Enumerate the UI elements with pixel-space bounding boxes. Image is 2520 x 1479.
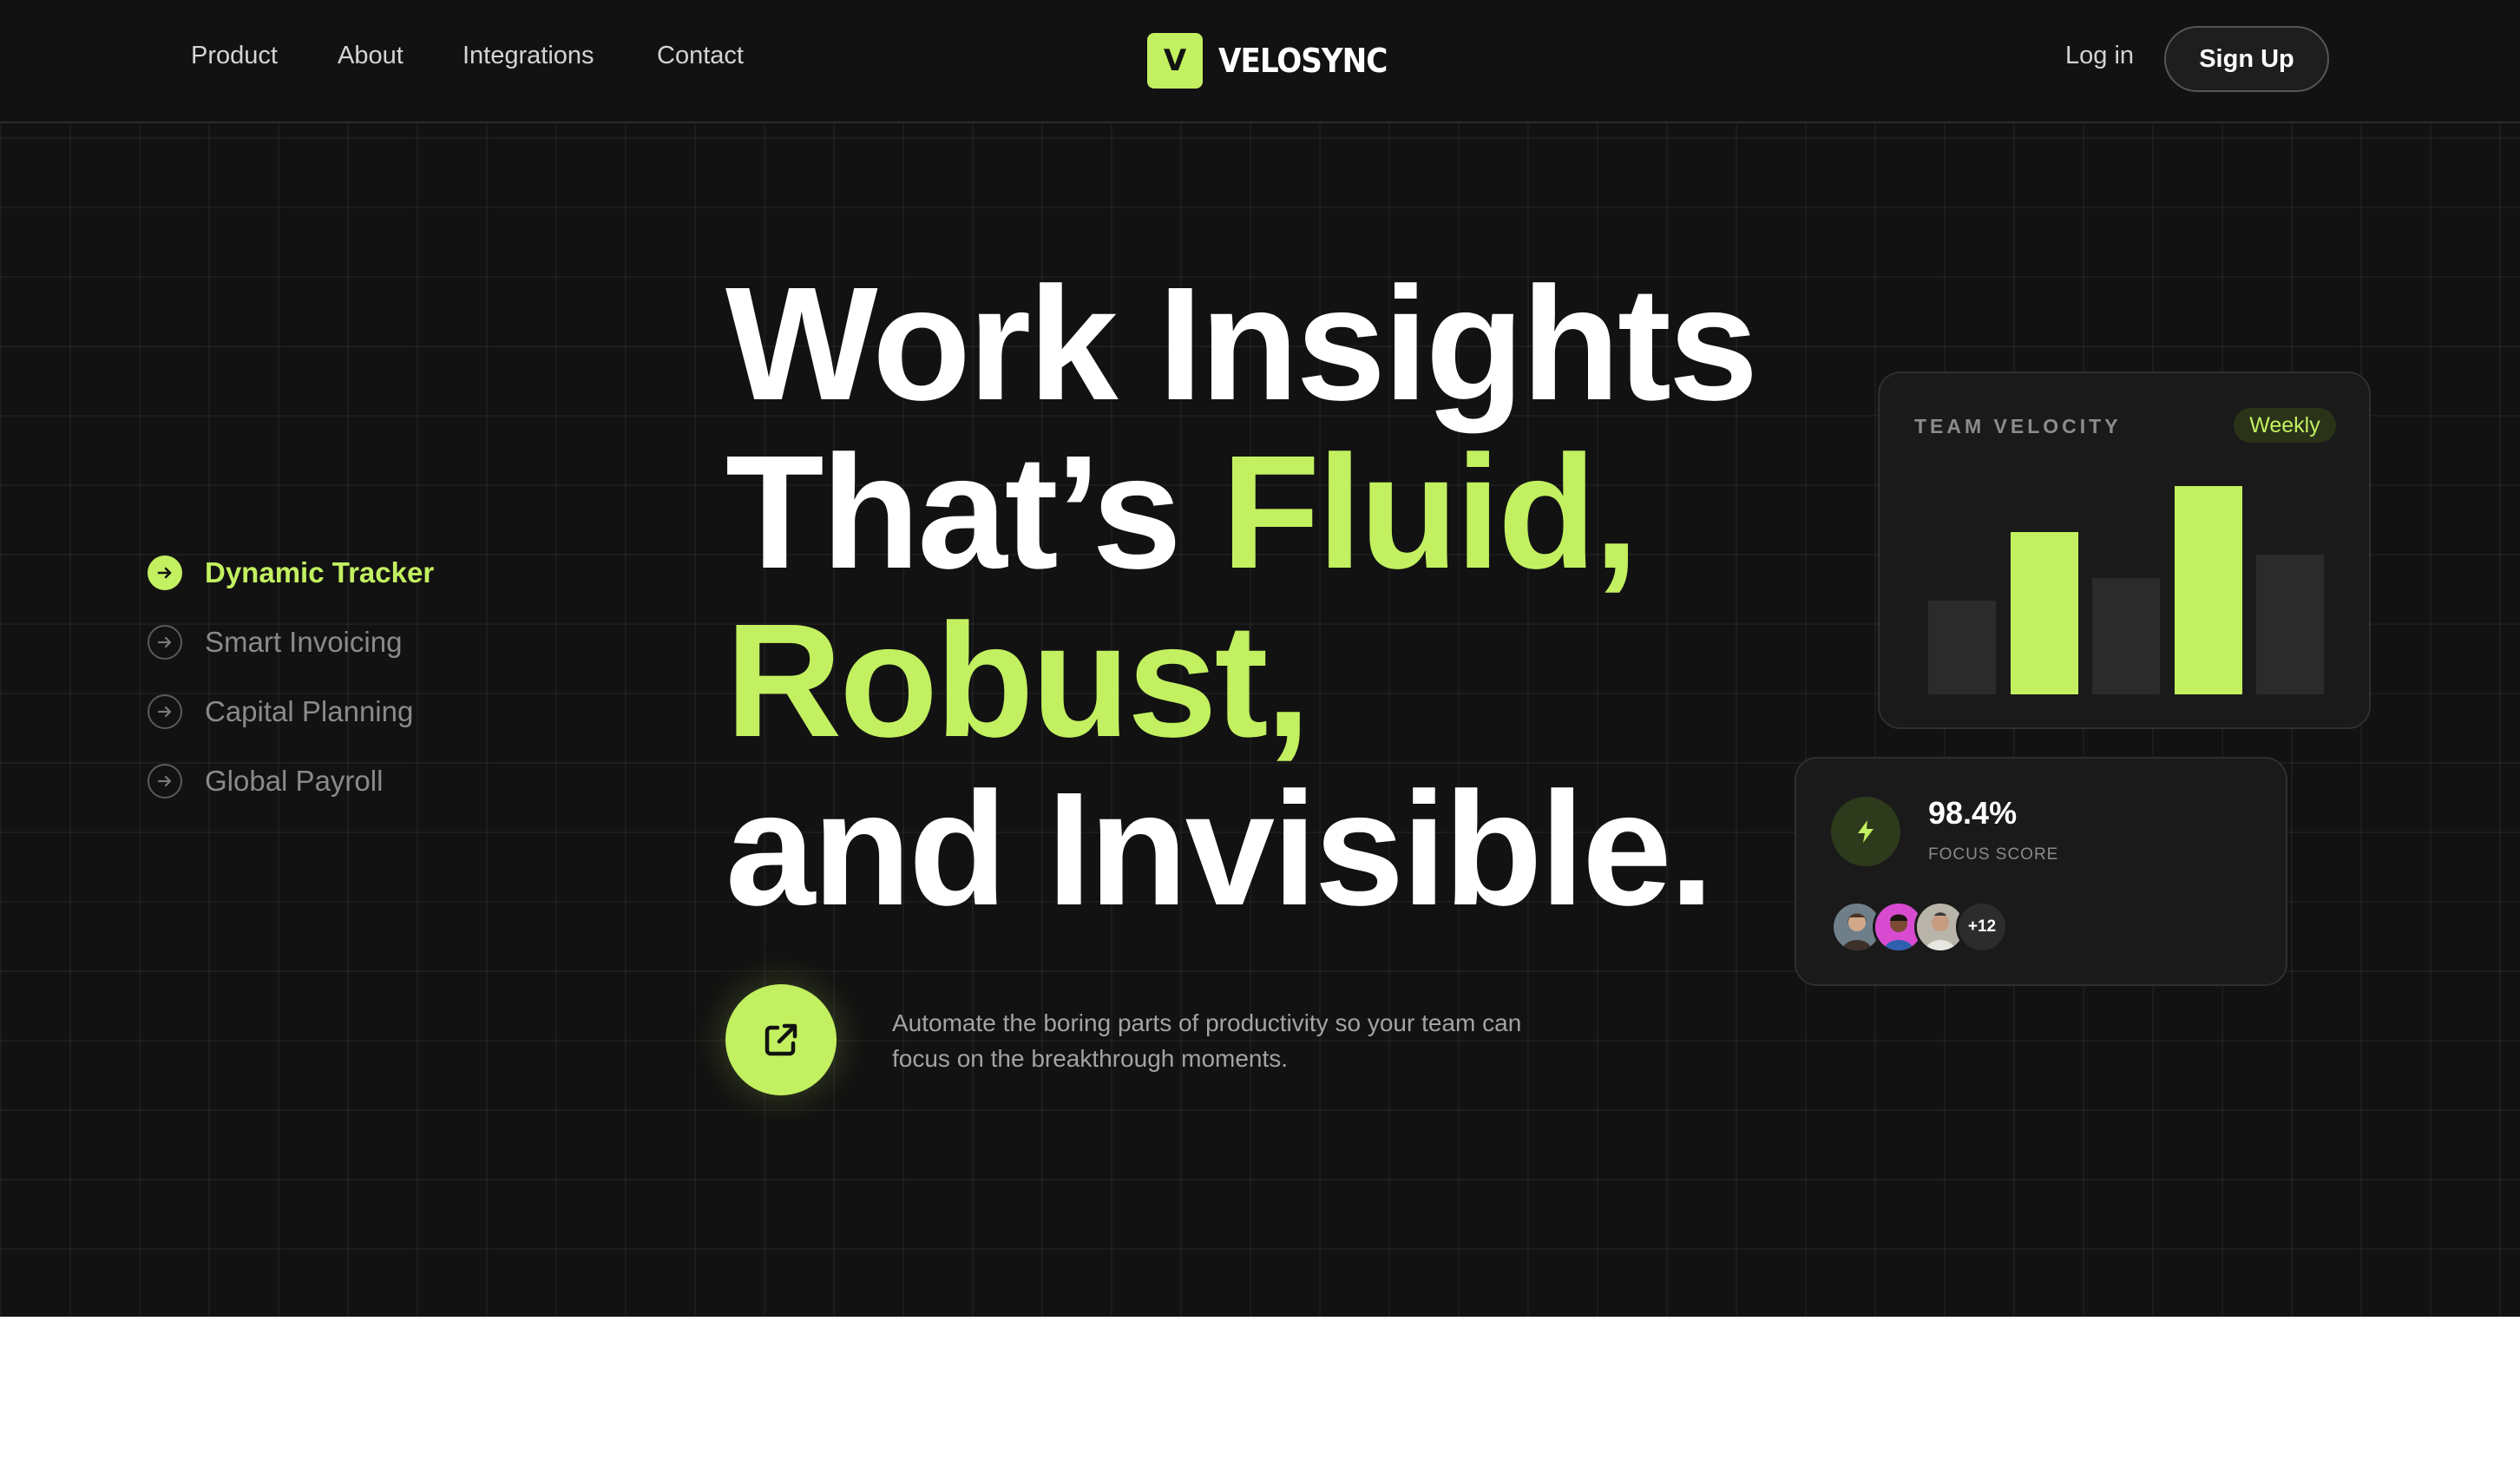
top-navbar: Product About Integrations Contact V VEL…	[0, 0, 2520, 123]
headline-line-1: Work Insights	[725, 254, 1758, 434]
team-velocity-card: TEAM VELOCITY Weekly	[1878, 371, 2371, 729]
headline-line-4: and Invisible.	[725, 759, 1714, 939]
velocity-bar	[2010, 531, 2078, 694]
arrow-right-icon	[148, 555, 182, 590]
feature-item-dynamic-tracker[interactable]: Dynamic Tracker	[148, 552, 547, 594]
lightning-icon	[1831, 797, 1900, 866]
period-badge[interactable]: Weekly	[2234, 408, 2336, 443]
velocity-card-title: TEAM VELOCITY	[1914, 415, 2122, 437]
focus-score-label: FOCUS SCORE	[1928, 845, 2059, 864]
arrow-right-icon	[148, 625, 182, 660]
headline-line-2: That’s Fluid,	[725, 429, 1755, 597]
feature-label: Global Payroll	[205, 765, 384, 797]
brand-mark-icon: V	[1147, 33, 1203, 89]
headline-line-2-accent: Fluid,	[1221, 423, 1639, 602]
feature-item-smart-invoicing[interactable]: Smart Invoicing	[148, 621, 547, 663]
cta-button[interactable]	[725, 984, 837, 1095]
headline-line-3: Robust,	[725, 591, 1310, 771]
brand-logo[interactable]: V VELOSYNC	[1147, 33, 1388, 89]
arrow-right-icon	[148, 694, 182, 729]
focus-score-value: 98.4%	[1928, 795, 2018, 831]
hero-section: Product About Integrations Contact V VEL…	[0, 0, 2520, 1317]
arrow-right-icon	[148, 764, 182, 799]
nav-link-about[interactable]: About	[338, 42, 404, 70]
nav-link-product[interactable]: Product	[191, 42, 278, 70]
more-members-badge[interactable]: +12	[1956, 901, 2008, 953]
feature-label: Smart Invoicing	[205, 626, 403, 658]
feature-item-global-payroll[interactable]: Global Payroll	[148, 760, 547, 802]
nav-link-integrations[interactable]: Integrations	[463, 42, 594, 70]
velocity-bar	[1928, 601, 1996, 694]
hero-headline: Work Insights That’s Fluid, Robust, and …	[725, 254, 1758, 939]
velocity-bar-chart	[1928, 486, 2324, 694]
login-link[interactable]: Log in	[2065, 42, 2134, 70]
brand-name: VELOSYNC	[1218, 42, 1388, 80]
feature-label: Capital Planning	[205, 695, 414, 727]
velocity-bar	[2256, 555, 2324, 694]
hero-tagline: Automate the boring parts of productivit…	[892, 1009, 1522, 1072]
external-link-icon	[765, 1023, 797, 1056]
headline-line-2-prefix: That’s	[725, 423, 1222, 602]
feature-label: Dynamic Tracker	[205, 556, 435, 588]
nav-link-contact[interactable]: Contact	[657, 42, 744, 70]
velocity-bar	[2092, 577, 2160, 694]
velocity-bar	[2174, 486, 2242, 694]
focus-score-card: 98.4% FOCUS SCORE +12	[1795, 757, 2287, 986]
feature-item-capital-planning[interactable]: Capital Planning	[148, 691, 547, 733]
signup-button[interactable]: Sign Up	[2164, 26, 2329, 92]
